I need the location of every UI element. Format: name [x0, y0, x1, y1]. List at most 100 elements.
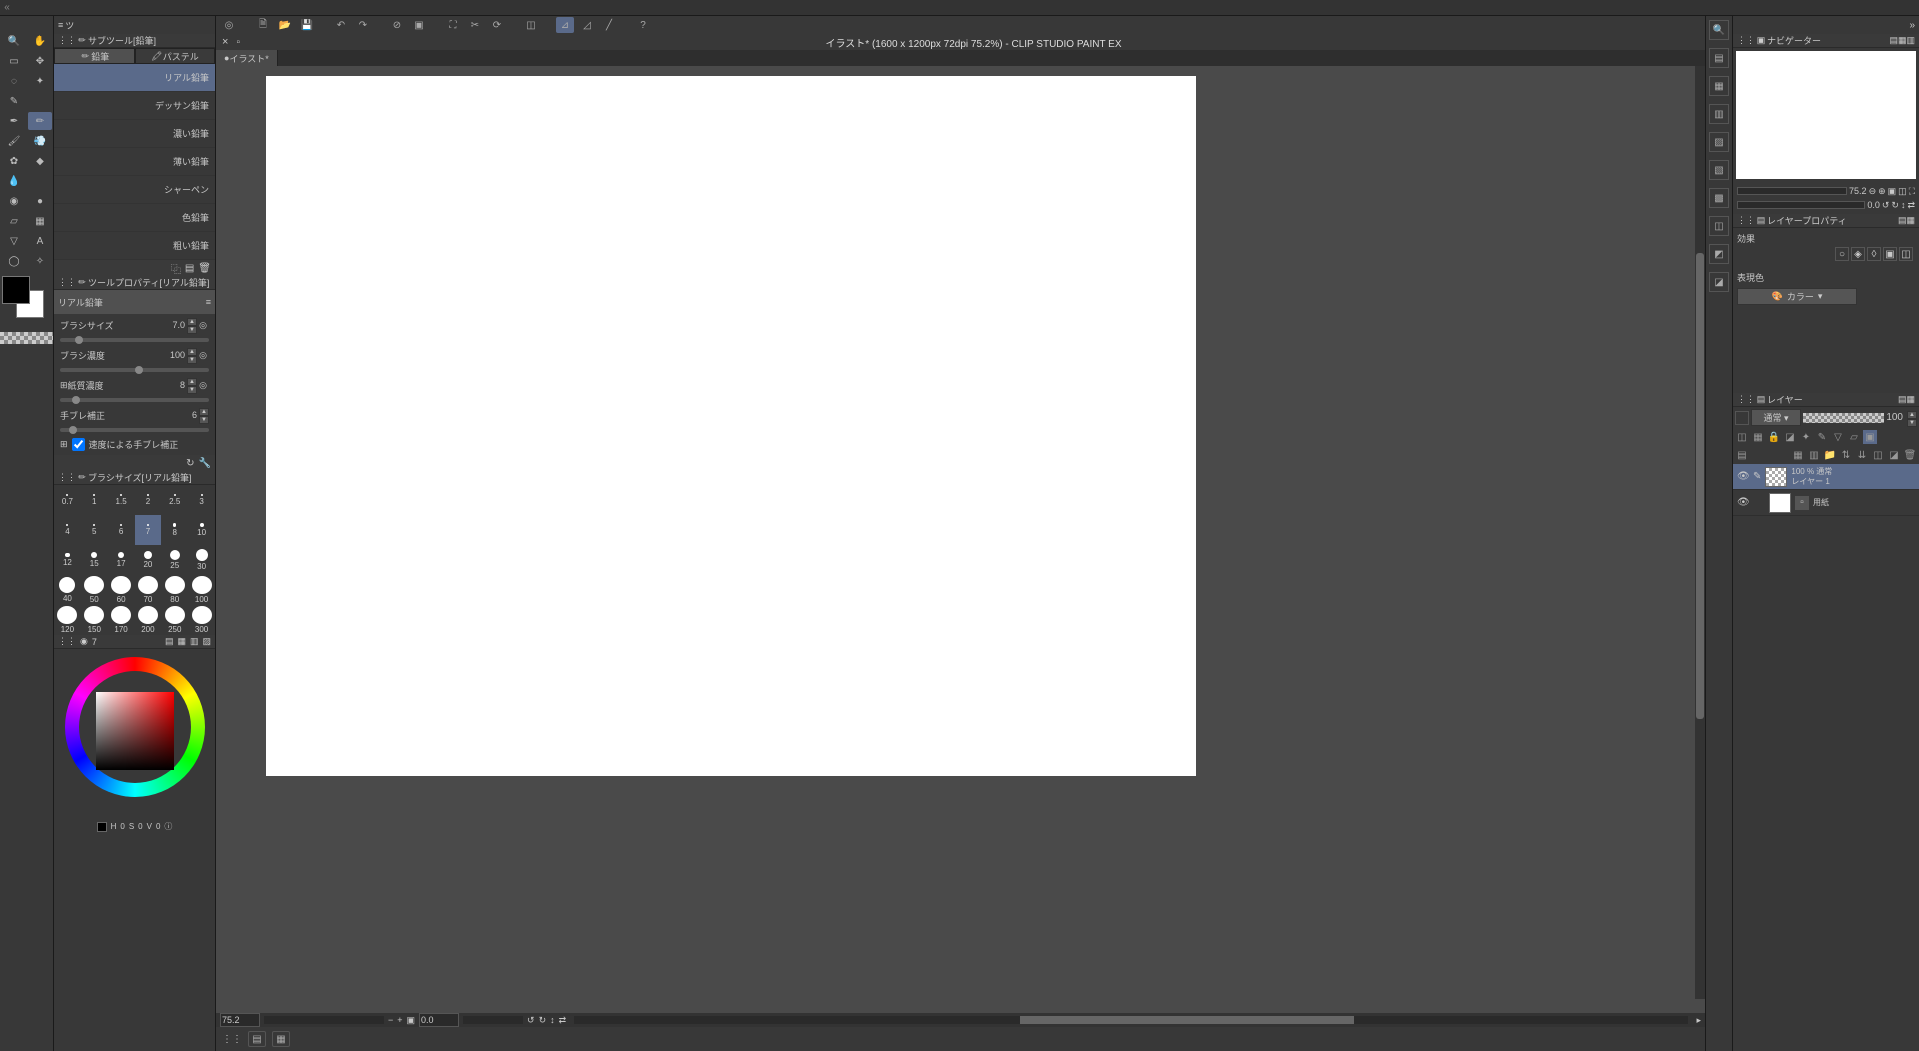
- decoration-tool-icon[interactable]: ✿: [2, 152, 26, 170]
- rotation-slider[interactable]: [463, 1016, 523, 1024]
- info-panel-icon[interactable]: ▦: [272, 1031, 290, 1047]
- icon[interactable]: ▦: [1906, 394, 1915, 405]
- rotate-ccw-icon[interactable]: ↺: [527, 1015, 535, 1026]
- material-icon[interactable]: ▦: [1709, 76, 1729, 96]
- grip-icon[interactable]: ⋮⋮: [222, 1034, 242, 1045]
- tab-pencil[interactable]: ✏鉛筆: [54, 48, 135, 64]
- pressure-icon[interactable]: ◎: [197, 349, 209, 361]
- brush-size-cell-0.7[interactable]: 0.7: [54, 485, 81, 515]
- snap3-icon[interactable]: ╱: [600, 17, 618, 33]
- zoom-out-icon[interactable]: −: [388, 1015, 393, 1025]
- view-icon[interactable]: ▥: [190, 636, 199, 647]
- collapse-right-icon[interactable]: »: [1909, 20, 1915, 31]
- gradient-tool-icon[interactable]: ●: [28, 192, 52, 210]
- fill-tool-icon[interactable]: ◉: [2, 192, 26, 210]
- doc-tab[interactable]: ● イラスト*: [216, 50, 278, 66]
- delete-icon[interactable]: 🗑: [198, 263, 211, 274]
- expand-icon[interactable]: ⊞: [60, 439, 68, 450]
- brush-size-cell-4[interactable]: 4: [54, 515, 81, 545]
- layer-color-icon[interactable]: [1735, 411, 1749, 425]
- color-wheel[interactable]: [65, 657, 205, 797]
- brush-size-cell-6[interactable]: 6: [108, 515, 135, 545]
- effect-icon[interactable]: ▣: [1883, 247, 1897, 261]
- zoom-tool-icon[interactable]: 🔍: [2, 32, 26, 50]
- zoom-slider[interactable]: [264, 1016, 384, 1024]
- brush-size-cell-17[interactable]: 17: [108, 545, 135, 575]
- rotate-cw-icon[interactable]: ↻: [1891, 200, 1899, 211]
- pressure-icon[interactable]: ◎: [197, 319, 209, 331]
- text-tool-icon[interactable]: A: [28, 232, 52, 250]
- brush-size-cell-100[interactable]: 100: [188, 575, 215, 605]
- new-vector-icon[interactable]: ▥: [1807, 448, 1821, 462]
- foreground-color-swatch[interactable]: [2, 276, 30, 304]
- rotate-icon[interactable]: ⟳: [488, 17, 506, 33]
- airbrush-tool-icon[interactable]: 💨: [28, 132, 52, 150]
- eraser-tool-icon[interactable]: ◆: [28, 152, 52, 170]
- brush-size-cell-10[interactable]: 10: [188, 515, 215, 545]
- new-icon[interactable]: ▤: [185, 263, 194, 274]
- rotate-cw-icon[interactable]: ↻: [539, 1015, 547, 1026]
- subtool-item-dark-pencil[interactable]: 濃い鉛筆: [54, 120, 215, 148]
- nav-icon[interactable]: ▤: [1889, 35, 1898, 46]
- transfer-icon[interactable]: ⇅: [1839, 448, 1853, 462]
- new-raster-icon[interactable]: ▦: [1791, 448, 1805, 462]
- undo-icon[interactable]: ↶: [332, 17, 350, 33]
- tone-effect-icon[interactable]: ◈: [1851, 247, 1865, 261]
- flip-icon[interactable]: ⇄: [559, 1015, 567, 1026]
- rail-icon[interactable]: ▧: [1709, 160, 1729, 180]
- grip-icon[interactable]: ⋮⋮: [58, 472, 76, 483]
- rail-icon[interactable]: ◫: [1709, 216, 1729, 236]
- brush-size-cell-120[interactable]: 120: [54, 605, 81, 635]
- brush-size-cell-60[interactable]: 60: [108, 575, 135, 605]
- subtool-item-light-pencil[interactable]: 薄い鉛筆: [54, 148, 215, 176]
- clear-icon[interactable]: ⊘: [388, 17, 406, 33]
- layer-thumbnail[interactable]: [1765, 467, 1787, 487]
- lock-trans-icon[interactable]: ▦: [1751, 430, 1765, 444]
- lasso-tool-icon[interactable]: ◌: [2, 72, 26, 90]
- brush-size-slider[interactable]: [60, 338, 209, 342]
- border-effect-icon[interactable]: ○: [1835, 247, 1849, 261]
- blend-mode-select[interactable]: 通常 ▾: [1751, 409, 1801, 426]
- new-file-icon[interactable]: 🗎: [254, 17, 272, 33]
- nav-icon[interactable]: ▦: [1898, 35, 1907, 46]
- reset-rotation-icon[interactable]: ↕: [550, 1015, 555, 1025]
- expression-color-select[interactable]: 🎨 カラー ▾: [1737, 288, 1857, 305]
- pressure-icon[interactable]: ◎: [197, 379, 209, 391]
- effect-icon[interactable]: ◫: [1899, 247, 1913, 261]
- new-folder-icon[interactable]: 📁: [1823, 448, 1837, 462]
- subtool-item-real-pencil[interactable]: リアル鉛筆: [54, 64, 215, 92]
- icon[interactable]: ▦: [1906, 215, 1915, 226]
- open-file-icon[interactable]: 📂: [276, 17, 294, 33]
- mask-icon[interactable]: ◫: [1871, 448, 1885, 462]
- layer-row-layer1[interactable]: 👁 ✎ 100 % 通常 レイヤー 1: [1733, 464, 1919, 490]
- duplicate-icon[interactable]: ⿻: [171, 261, 181, 276]
- paper-value[interactable]: 8: [155, 380, 185, 390]
- opacity-slider[interactable]: [1803, 413, 1884, 423]
- pen-tool-icon[interactable]: ✒: [2, 112, 26, 130]
- subtool-item-mechanical-pencil[interactable]: シャーペン: [54, 176, 215, 204]
- brush-size-cell-150[interactable]: 150: [81, 605, 108, 635]
- move-layer-tool-icon[interactable]: ✥: [28, 52, 52, 70]
- brush-size-cell-70[interactable]: 70: [135, 575, 162, 605]
- effect-icon[interactable]: ◊: [1867, 247, 1881, 261]
- brush-size-cell-300[interactable]: 300: [188, 605, 215, 635]
- stab-slider[interactable]: [60, 428, 209, 432]
- layer-name[interactable]: レイヤー 1: [1791, 477, 1832, 487]
- brush-size-cell-8[interactable]: 8: [161, 515, 188, 545]
- visibility-icon[interactable]: 👁: [1737, 497, 1749, 508]
- brush-size-cell-3[interactable]: 3: [188, 485, 215, 515]
- brush-size-cell-1[interactable]: 1: [81, 485, 108, 515]
- rotation-input[interactable]: [419, 1013, 459, 1027]
- brush-size-cell-5[interactable]: 5: [81, 515, 108, 545]
- color-square[interactable]: [96, 692, 174, 770]
- icon[interactable]: ▽: [1831, 430, 1845, 444]
- timeline-icon[interactable]: ▤: [248, 1031, 266, 1047]
- lock-icon[interactable]: ◫: [1735, 430, 1749, 444]
- zoom-input[interactable]: [220, 1013, 260, 1027]
- crop-icon[interactable]: ✂: [466, 17, 484, 33]
- figure-tool-icon[interactable]: ▱: [2, 212, 26, 230]
- transparent-swatch[interactable]: [0, 332, 53, 344]
- subtool-item-sketch-pencil[interactable]: デッサン鉛筆: [54, 92, 215, 120]
- canvas[interactable]: [266, 76, 1196, 776]
- clip-studio-icon[interactable]: ◎: [220, 17, 238, 33]
